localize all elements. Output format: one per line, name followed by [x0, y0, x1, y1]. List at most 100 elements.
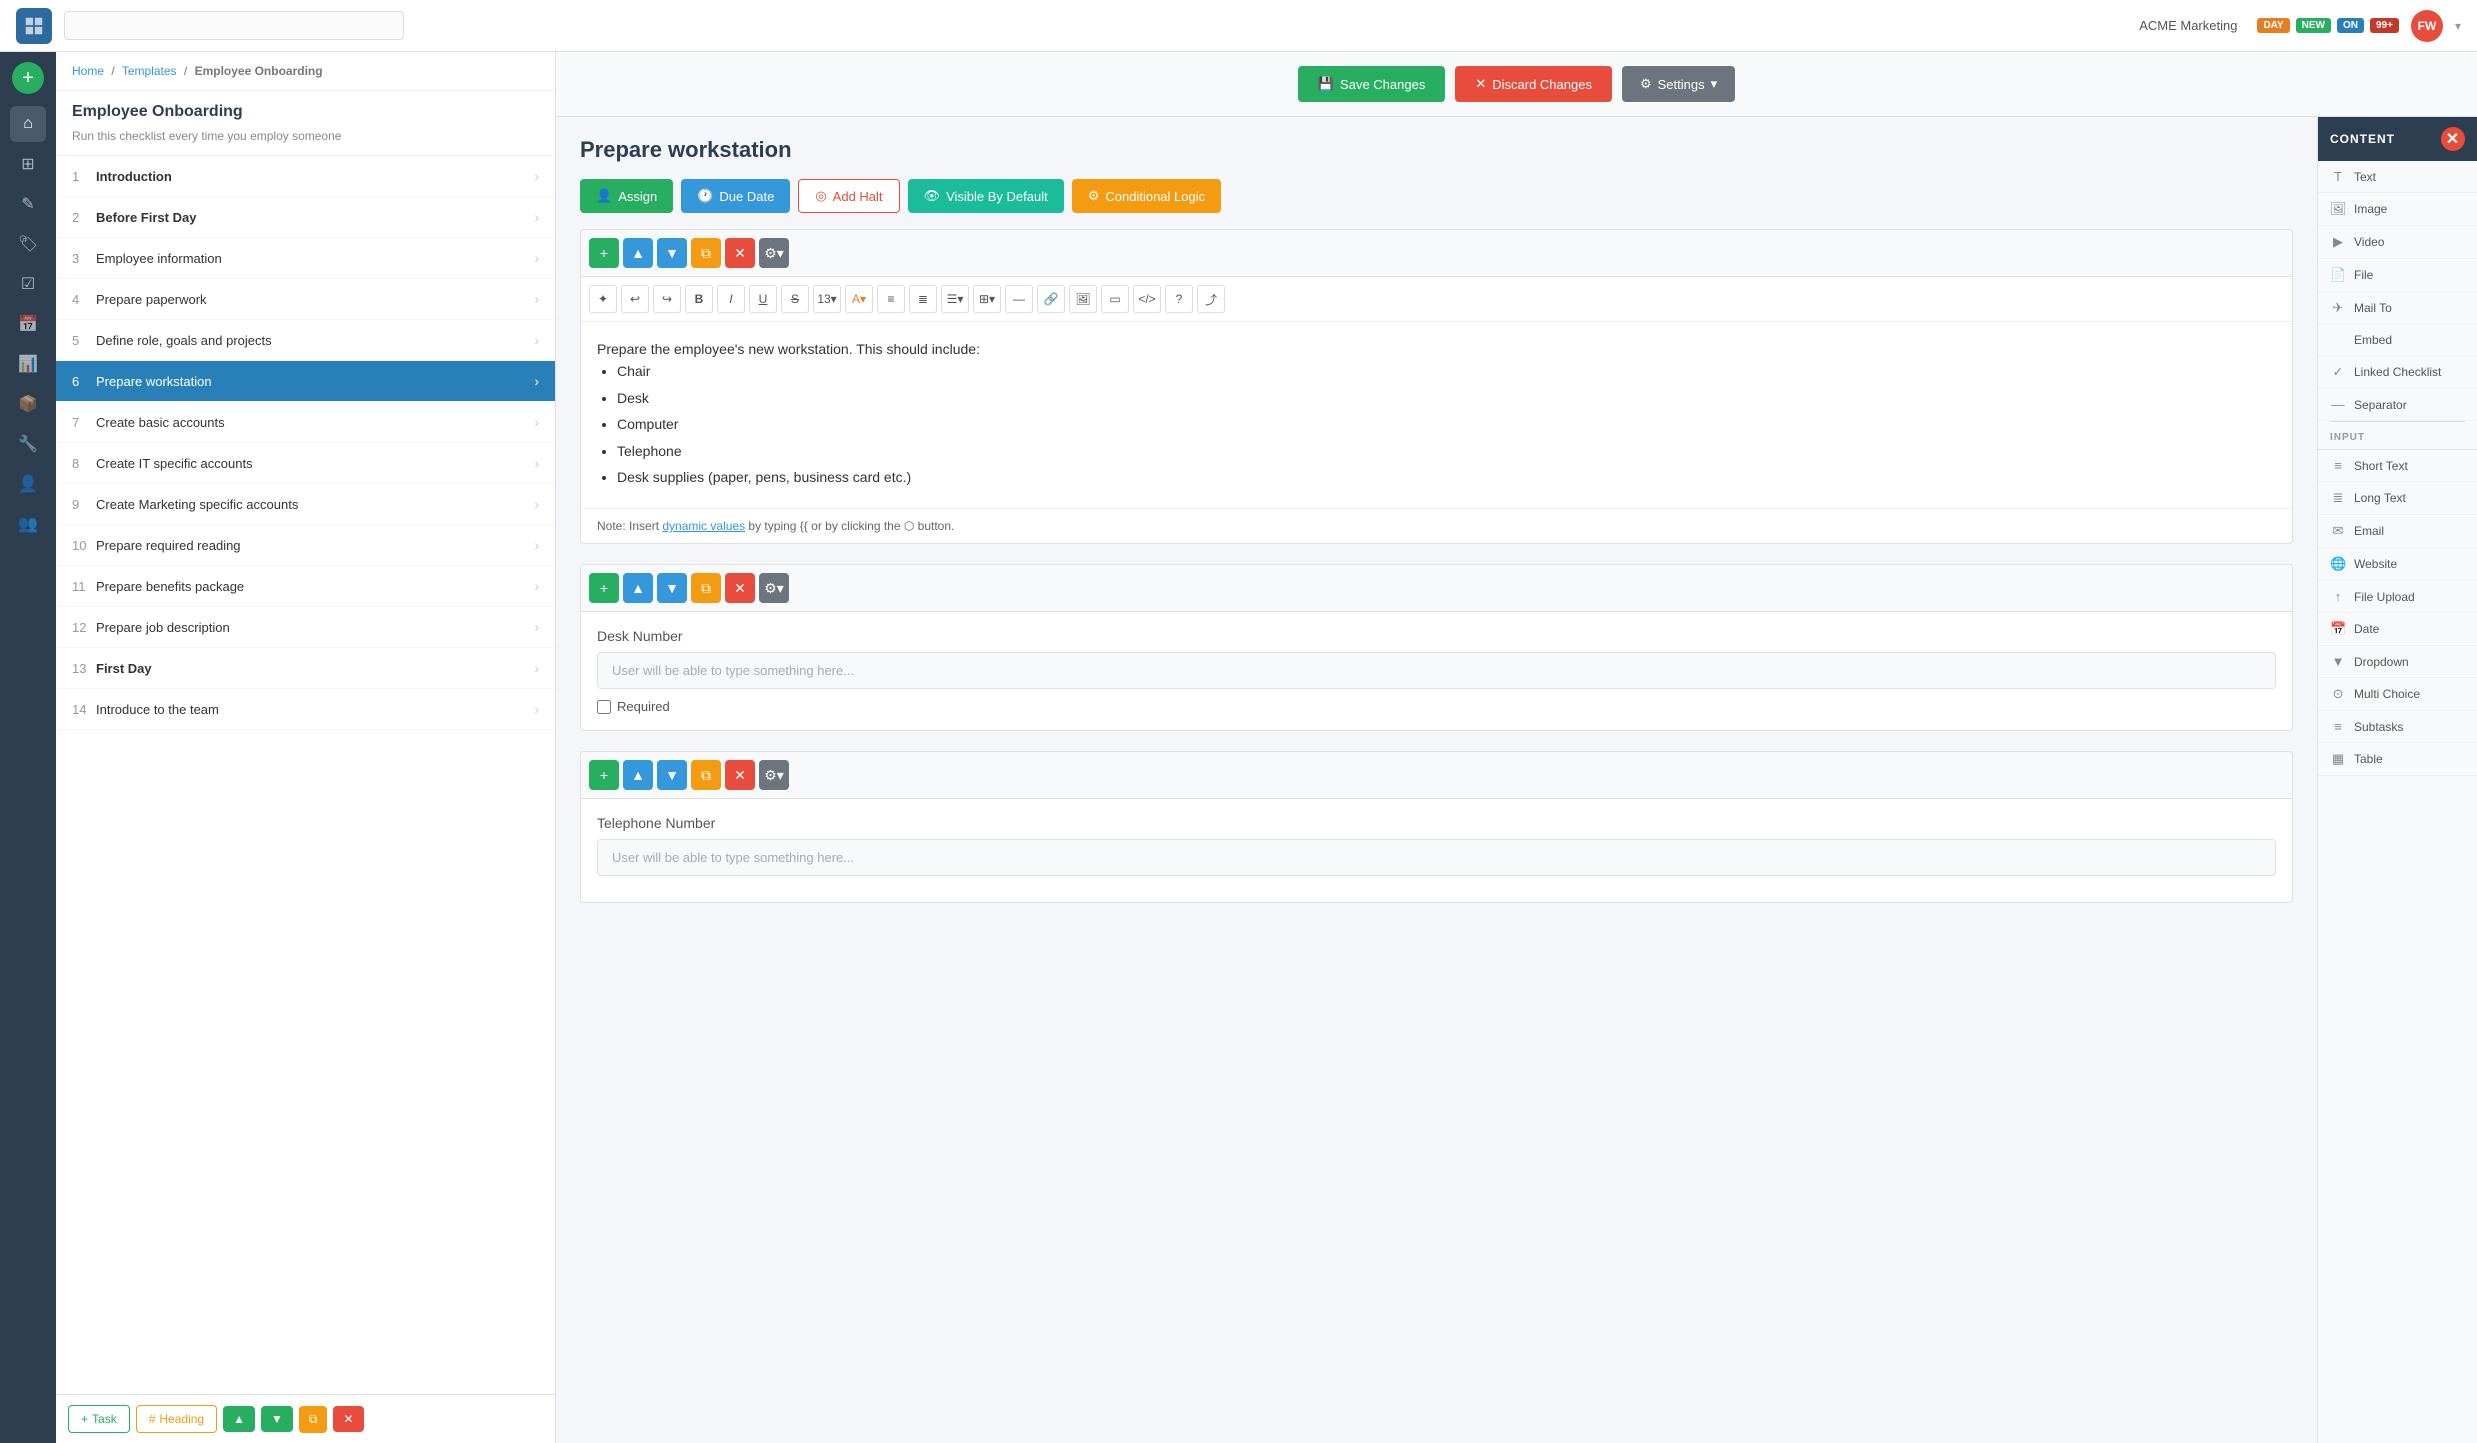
- move-down-button[interactable]: ▼: [261, 1406, 293, 1432]
- editor-fontsize-button[interactable]: 13▾: [813, 285, 841, 313]
- editor-image-button[interactable]: 🖼: [1069, 285, 1097, 313]
- checklist-item-5[interactable]: 5 Define role, goals and projects ›: [56, 320, 555, 361]
- save-changes-button[interactable]: 💾 Save Changes: [1298, 66, 1445, 102]
- block-add-button-2[interactable]: +: [589, 760, 619, 790]
- block-move-up-button[interactable]: ▲: [623, 238, 653, 268]
- breadcrumb-templates[interactable]: Templates: [122, 64, 177, 78]
- panel-input-item-short-text[interactable]: ≡ Short Text: [2318, 450, 2477, 482]
- editor-ul-button[interactable]: ≡: [877, 285, 905, 313]
- editor-magic-button[interactable]: ✦: [589, 285, 617, 313]
- checklist-item-9[interactable]: 9 Create Marketing specific accounts ›: [56, 484, 555, 525]
- checklist-item-1[interactable]: 1 Introduction ›: [56, 156, 555, 197]
- desk-number-required-checkbox[interactable]: [597, 700, 611, 714]
- checklist-item-2[interactable]: 2 Before First Day ›: [56, 197, 555, 238]
- editor-align-button[interactable]: ☰▾: [941, 285, 969, 313]
- due-date-button[interactable]: 🕐 Due Date: [681, 179, 790, 213]
- checklist-item-12[interactable]: 12 Prepare job description ›: [56, 607, 555, 648]
- editor-italic-button[interactable]: I: [717, 285, 745, 313]
- editor-help-button[interactable]: ?: [1165, 285, 1193, 313]
- block-delete-button-2[interactable]: ✕: [725, 760, 755, 790]
- breadcrumb-home[interactable]: Home: [72, 64, 104, 78]
- checklist-item-14[interactable]: 14 Introduce to the team ›: [56, 689, 555, 730]
- checklist-item-8[interactable]: 8 Create IT specific accounts ›: [56, 443, 555, 484]
- search-input[interactable]: [64, 11, 404, 40]
- checklist-item-4[interactable]: 4 Prepare paperwork ›: [56, 279, 555, 320]
- block-copy-button-2[interactable]: ⧉: [691, 760, 721, 790]
- sidebar-icon-grid[interactable]: ⊞: [10, 146, 46, 182]
- block-down-button-1[interactable]: ▼: [657, 573, 687, 603]
- panel-item-text[interactable]: T Text: [2318, 161, 2477, 193]
- block-add-button[interactable]: +: [589, 238, 619, 268]
- editor-color-button[interactable]: A▾: [845, 285, 873, 313]
- checklist-item-11[interactable]: 11 Prepare benefits package ›: [56, 566, 555, 607]
- panel-item-image[interactable]: 🖼 Image: [2318, 193, 2477, 226]
- block-settings-button-2[interactable]: ⚙▾: [759, 760, 789, 790]
- panel-item-file[interactable]: 📄 File: [2318, 259, 2477, 292]
- visible-by-default-button[interactable]: 👁 Visible By Default: [908, 179, 1064, 213]
- dynamic-values-link[interactable]: dynamic values: [662, 519, 745, 533]
- block-settings-button-1[interactable]: ⚙▾: [759, 573, 789, 603]
- editor-share-button[interactable]: ⤴: [1197, 285, 1225, 313]
- editor-bold-button[interactable]: B: [685, 285, 713, 313]
- checklist-item-10[interactable]: 10 Prepare required reading ›: [56, 525, 555, 566]
- editor-underline-button[interactable]: U: [749, 285, 777, 313]
- block-add-button-1[interactable]: +: [589, 573, 619, 603]
- editor-media-button[interactable]: ▭: [1101, 285, 1129, 313]
- editor-redo-button[interactable]: ↪: [653, 285, 681, 313]
- checklist-item-13[interactable]: 13 First Day ›: [56, 648, 555, 689]
- sidebar-icon-tag[interactable]: 🏷: [10, 226, 46, 262]
- panel-input-item-multi-choice[interactable]: ⊙ Multi Choice: [2318, 678, 2477, 711]
- block-up-button-1[interactable]: ▲: [623, 573, 653, 603]
- panel-input-item-long-text[interactable]: ≣ Long Text: [2318, 482, 2477, 515]
- editor-ol-button[interactable]: ≣: [909, 285, 937, 313]
- add-task-button[interactable]: + Task: [68, 1405, 130, 1433]
- block-delete-button[interactable]: ✕: [725, 238, 755, 268]
- checklist-item-3[interactable]: 3 Employee information ›: [56, 238, 555, 279]
- panel-item-video[interactable]: ▶ Video: [2318, 226, 2477, 259]
- sidebar-icon-person[interactable]: 👤: [10, 466, 46, 502]
- panel-input-item-date[interactable]: 📅 Date: [2318, 613, 2477, 646]
- add-halt-button[interactable]: ◎ Add Halt: [798, 179, 899, 213]
- panel-input-item-subtasks[interactable]: ≡ Subtasks: [2318, 711, 2477, 743]
- panel-input-item-dropdown[interactable]: ▼ Dropdown: [2318, 646, 2477, 678]
- block-up-button-2[interactable]: ▲: [623, 760, 653, 790]
- editor-table-button[interactable]: ⊞▾: [973, 285, 1001, 313]
- sidebar-icon-edit[interactable]: ✎: [10, 186, 46, 222]
- panel-input-item-file-upload[interactable]: ↑ File Upload: [2318, 581, 2477, 613]
- block-delete-button-1[interactable]: ✕: [725, 573, 755, 603]
- user-avatar[interactable]: FW: [2411, 10, 2443, 42]
- editor-undo-button[interactable]: ↩: [621, 285, 649, 313]
- checklist-item-6[interactable]: 6 Prepare workstation ›: [56, 361, 555, 402]
- block-duplicate-button[interactable]: ⧉: [691, 238, 721, 268]
- block-down-button-2[interactable]: ▼: [657, 760, 687, 790]
- panel-item-separator[interactable]: — Separator: [2318, 389, 2477, 421]
- sidebar-icon-checklist[interactable]: ☑: [10, 266, 46, 302]
- sidebar-icon-group[interactable]: 👥: [10, 506, 46, 542]
- conditional-logic-button[interactable]: ⚙ Conditional Logic: [1072, 179, 1221, 213]
- panel-item-embed[interactable]: Embed: [2318, 325, 2477, 356]
- editor-hr-button[interactable]: —: [1005, 285, 1033, 313]
- block-settings-button[interactable]: ⚙▾: [759, 238, 789, 268]
- settings-button[interactable]: ⚙ Settings ▾: [1622, 66, 1735, 102]
- editor-strikethrough-button[interactable]: S: [781, 285, 809, 313]
- block-copy-button-1[interactable]: ⧉: [691, 573, 721, 603]
- panel-input-item-website[interactable]: 🌐 Website: [2318, 548, 2477, 581]
- panel-item-linked-checklist[interactable]: ✓ Linked Checklist: [2318, 356, 2477, 389]
- add-heading-button[interactable]: # Heading: [136, 1405, 217, 1433]
- assign-button[interactable]: 👤 Assign: [580, 179, 673, 213]
- sidebar-icon-wrench[interactable]: 🔧: [10, 426, 46, 462]
- right-panel-close-button[interactable]: ✕: [2441, 127, 2465, 151]
- panel-input-item-email[interactable]: ✉ Email: [2318, 515, 2477, 548]
- sidebar-icon-chart[interactable]: 📊: [10, 346, 46, 382]
- sidebar-icon-calendar[interactable]: 📅: [10, 306, 46, 342]
- editor-link-button[interactable]: 🔗: [1037, 285, 1065, 313]
- panel-input-item-table[interactable]: ▦ Table: [2318, 743, 2477, 776]
- sidebar-icon-home[interactable]: ⌂: [10, 106, 46, 142]
- text-editor-content[interactable]: Prepare the employee's new workstation. …: [581, 322, 2292, 508]
- block-move-down-button[interactable]: ▼: [657, 238, 687, 268]
- panel-item-mail-to[interactable]: ✈ Mail To: [2318, 292, 2477, 325]
- global-add-button[interactable]: +: [12, 62, 44, 94]
- copy-button[interactable]: ⧉: [299, 1406, 328, 1433]
- discard-changes-button[interactable]: ✕ Discard Changes: [1455, 66, 1612, 102]
- move-up-button[interactable]: ▲: [223, 1406, 255, 1432]
